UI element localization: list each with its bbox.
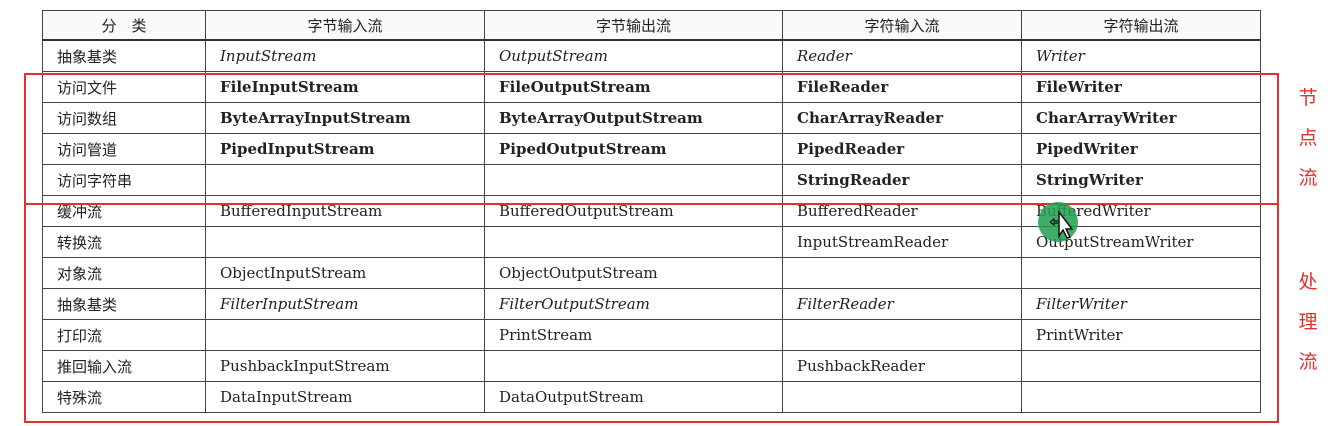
char-input-cell: StringReader bbox=[782, 164, 1022, 196]
category-cell: 抽象基类 bbox=[42, 288, 206, 320]
char-input-cell bbox=[782, 381, 1022, 413]
byte-output-cell: PipedOutputStream bbox=[484, 133, 783, 165]
char-output-cell: FilterWriter bbox=[1021, 288, 1261, 320]
byte-output-cell bbox=[484, 350, 783, 382]
char-input-cell: BufferedReader bbox=[782, 195, 1022, 227]
category-cell: 抽象基类 bbox=[42, 39, 206, 72]
table-row: 推回输入流 PushbackInputStream PushbackReader bbox=[42, 350, 1261, 382]
char-output-cell: PipedWriter bbox=[1021, 133, 1261, 165]
byte-output-cell: BufferedOutputStream bbox=[484, 195, 783, 227]
byte-output-cell: ObjectOutputStream bbox=[484, 257, 783, 289]
category-cell: 访问字符串 bbox=[42, 164, 206, 196]
header-char-output: 字符输出流 bbox=[1021, 10, 1261, 41]
category-cell: 对象流 bbox=[42, 257, 206, 289]
char-output-cell: CharArrayWriter bbox=[1021, 102, 1261, 134]
category-cell: 推回输入流 bbox=[42, 350, 206, 382]
char-output-cell bbox=[1021, 257, 1261, 289]
category-cell: 特殊流 bbox=[42, 381, 206, 413]
char-output-cell: Writer bbox=[1021, 39, 1261, 72]
byte-output-cell bbox=[484, 164, 783, 196]
category-cell: 访问文件 bbox=[42, 71, 206, 103]
byte-input-cell: FileInputStream bbox=[205, 71, 485, 103]
char-input-cell: PipedReader bbox=[782, 133, 1022, 165]
char-output-cell: FileWriter bbox=[1021, 71, 1261, 103]
byte-output-cell: FileOutputStream bbox=[484, 71, 783, 103]
category-cell: 访问数组 bbox=[42, 102, 206, 134]
table-row: 转换流 InputStreamReader OutputStreamWriter bbox=[42, 226, 1261, 258]
table-row: 打印流 PrintStream PrintWriter bbox=[42, 319, 1261, 351]
byte-input-cell bbox=[205, 164, 485, 196]
table-row: 访问字符串 StringReader StringWriter bbox=[42, 164, 1261, 196]
header-byte-output: 字节输出流 bbox=[484, 10, 783, 41]
byte-output-cell: ByteArrayOutputStream bbox=[484, 102, 783, 134]
char-input-cell: FilterReader bbox=[782, 288, 1022, 320]
char-input-cell: CharArrayReader bbox=[782, 102, 1022, 134]
char-output-cell bbox=[1021, 381, 1261, 413]
byte-input-cell: PushbackInputStream bbox=[205, 350, 485, 382]
byte-output-cell: PrintStream bbox=[484, 319, 783, 351]
char-input-cell bbox=[782, 257, 1022, 289]
category-cell: 转换流 bbox=[42, 226, 206, 258]
table-row: 抽象基类 InputStream OutputStream Reader Writer bbox=[42, 39, 1261, 72]
category-cell: 打印流 bbox=[42, 319, 206, 351]
byte-input-cell bbox=[205, 319, 485, 351]
io-stream-classification-table: 分 类 字节输入流 字节输出流 字符输入流 字符输出流 抽象基类 InputStr… bbox=[42, 10, 1261, 413]
table-header-row: 分 类 字节输入流 字节输出流 字符输入流 字符输出流 bbox=[42, 10, 1261, 41]
byte-input-cell: ByteArrayInputStream bbox=[205, 102, 485, 134]
byte-input-cell: PipedInputStream bbox=[205, 133, 485, 165]
char-input-cell: Reader bbox=[782, 39, 1022, 72]
category-cell: 缓冲流 bbox=[42, 195, 206, 227]
byte-input-cell: InputStream bbox=[205, 39, 485, 72]
byte-input-cell bbox=[205, 226, 485, 258]
byte-output-cell: DataOutputStream bbox=[484, 381, 783, 413]
byte-output-cell bbox=[484, 226, 783, 258]
char-output-cell bbox=[1021, 350, 1261, 382]
table-row: 访问文件 FileInputStream FileOutputStream FileR… bbox=[42, 71, 1261, 103]
table-row: 访问管道 PipedInputStream PipedOutputStream Pip… bbox=[42, 133, 1261, 165]
char-input-cell: InputStreamReader bbox=[782, 226, 1022, 258]
char-input-cell: PushbackReader bbox=[782, 350, 1022, 382]
byte-input-cell: ObjectInputStream bbox=[205, 257, 485, 289]
byte-output-cell: FilterOutputStream bbox=[484, 288, 783, 320]
byte-output-cell: OutputStream bbox=[484, 39, 783, 72]
category-cell: 访问管道 bbox=[42, 133, 206, 165]
node-stream-label: 节 点 流 bbox=[1298, 87, 1318, 189]
table-row: 特殊流 DataInputStream DataOutputStream bbox=[42, 381, 1261, 413]
processing-stream-label: 处 理 流 bbox=[1298, 271, 1318, 373]
move-cursor-icon bbox=[1038, 202, 1078, 242]
byte-input-cell: DataInputStream bbox=[205, 381, 485, 413]
byte-input-cell: BufferedInputStream bbox=[205, 195, 485, 227]
table-row: 抽象基类 FilterInputStream FilterOutputStream F… bbox=[42, 288, 1261, 320]
char-output-cell: PrintWriter bbox=[1021, 319, 1261, 351]
char-output-cell: StringWriter bbox=[1021, 164, 1261, 196]
table-row: 对象流 ObjectInputStream ObjectOutputStream bbox=[42, 257, 1261, 289]
byte-input-cell: FilterInputStream bbox=[205, 288, 485, 320]
char-input-cell: FileReader bbox=[782, 71, 1022, 103]
header-char-input: 字符输入流 bbox=[782, 10, 1022, 41]
header-category: 分 类 bbox=[42, 10, 206, 41]
char-input-cell bbox=[782, 319, 1022, 351]
table-row: 访问数组 ByteArrayInputStream ByteArrayOutputS… bbox=[42, 102, 1261, 134]
header-byte-input: 字节输入流 bbox=[205, 10, 485, 41]
